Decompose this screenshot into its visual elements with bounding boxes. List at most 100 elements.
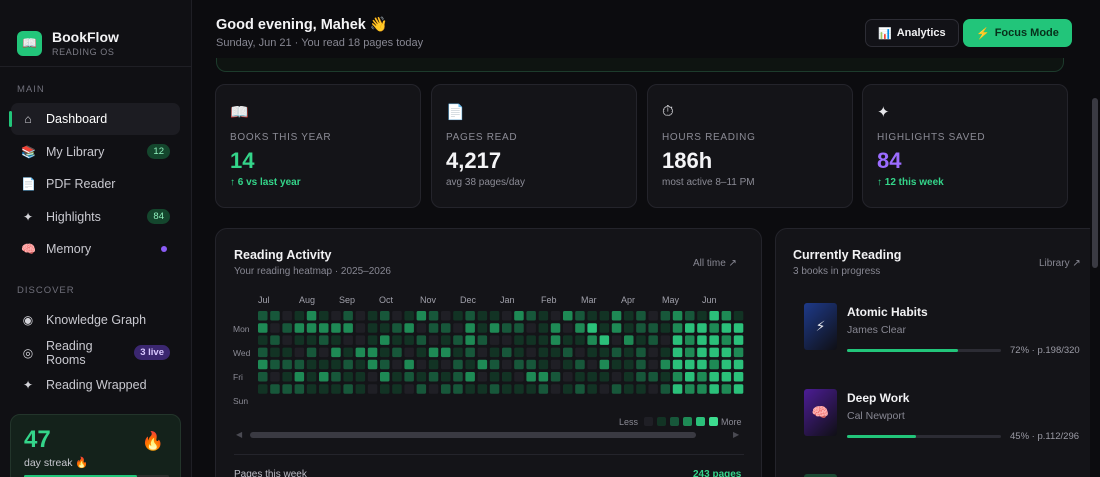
heatmap-cell[interactable] [477, 384, 488, 394]
heatmap-cell[interactable] [270, 323, 280, 333]
heatmap-cell[interactable] [404, 347, 414, 358]
heatmap-cell[interactable] [721, 311, 732, 321]
heatmap-cell[interactable] [428, 323, 439, 333]
heatmap-cell[interactable] [563, 372, 573, 382]
heatmap-cell[interactable] [367, 335, 378, 345]
heatmap-cell[interactable] [599, 372, 610, 382]
heatmap-cell[interactable] [526, 323, 536, 333]
heatmap-cell[interactable] [624, 323, 634, 333]
heatmap-cell[interactable] [367, 347, 378, 358]
heatmap-cell[interactable] [258, 323, 268, 333]
heatmap-cell[interactable] [270, 372, 280, 382]
heatmap-cell[interactable] [550, 372, 561, 382]
heatmap-cell[interactable] [624, 359, 634, 370]
heatmap-cell[interactable] [331, 359, 341, 370]
heatmap-cell[interactable] [721, 372, 732, 382]
heatmap-cell[interactable] [672, 347, 683, 358]
heatmap-cell[interactable] [477, 335, 488, 345]
heatmap-cell[interactable] [550, 323, 561, 333]
heatmap-cell[interactable] [599, 323, 610, 333]
heatmap-cell[interactable] [721, 384, 732, 394]
heatmap-cell[interactable] [526, 335, 536, 345]
heatmap-cell[interactable] [514, 384, 524, 394]
heatmap-cell[interactable] [672, 384, 683, 394]
heatmap-cell[interactable] [343, 335, 353, 345]
heatmap-cell[interactable] [599, 347, 610, 358]
scroll-thumb[interactable] [1092, 98, 1098, 268]
heatmap-cell[interactable] [428, 347, 439, 358]
heatmap-cell[interactable] [465, 311, 475, 321]
heatmap-cell[interactable] [404, 372, 414, 382]
heatmap-cell[interactable] [685, 372, 695, 382]
heatmap-cell[interactable] [502, 335, 512, 345]
heatmap-cell[interactable] [294, 347, 305, 358]
heatmap-cell[interactable] [319, 372, 329, 382]
heatmap-cell[interactable] [282, 347, 292, 358]
stat-card-books[interactable]: 📖 BOOKS THIS YEAR 14 ↑ 6 vs last year [215, 84, 421, 208]
heatmap-cell[interactable] [697, 372, 707, 382]
stat-card-highlights[interactable]: ✦ HIGHLIGHTS SAVED 84 ↑ 12 this week [862, 84, 1068, 208]
heatmap-cell[interactable] [624, 384, 634, 394]
heatmap-cell[interactable] [526, 359, 536, 370]
heatmap-cell[interactable] [270, 384, 280, 394]
heatmap-cell[interactable] [660, 384, 671, 394]
heatmap-cell[interactable] [331, 347, 341, 358]
heatmap-cell[interactable] [697, 311, 707, 321]
heatmap-cell[interactable] [697, 323, 707, 333]
heatmap-cell[interactable] [319, 347, 329, 358]
heatmap-cell[interactable] [404, 323, 414, 333]
heatmap-cell[interactable] [477, 359, 488, 370]
heatmap-cell[interactable] [294, 311, 305, 321]
heatmap-cell[interactable] [514, 335, 524, 345]
heatmap-cell[interactable] [294, 372, 305, 382]
heatmap-cell[interactable] [697, 347, 707, 358]
heatmap-cell[interactable] [514, 311, 524, 321]
heatmap-cell[interactable] [563, 311, 573, 321]
heatmap-cell[interactable] [355, 359, 366, 370]
heatmap-cell[interactable] [465, 359, 475, 370]
heatmap-cell[interactable] [587, 347, 597, 358]
heatmap-cell[interactable] [636, 335, 646, 345]
heatmap-cell[interactable] [660, 323, 671, 333]
heatmap-cell[interactable] [465, 384, 475, 394]
heatmap-cell[interactable] [258, 372, 268, 382]
heatmap-cell[interactable] [599, 311, 610, 321]
heatmap-cell[interactable] [672, 335, 683, 345]
heatmap-cell[interactable] [660, 311, 671, 321]
heatmap-cell[interactable] [733, 335, 744, 345]
heatmap-cell[interactable] [733, 323, 744, 333]
heatmap-cell[interactable] [355, 372, 366, 382]
heatmap-cell[interactable] [550, 335, 561, 345]
heatmap-cell[interactable] [733, 359, 744, 370]
heatmap-cell[interactable] [733, 384, 744, 394]
heatmap-cell[interactable] [563, 323, 573, 333]
heatmap-cell[interactable] [416, 335, 427, 345]
heatmap-cell[interactable] [685, 311, 695, 321]
heatmap-cell[interactable] [294, 359, 305, 370]
heatmap-cell[interactable] [258, 311, 268, 321]
heatmap-cell[interactable] [392, 359, 402, 370]
heatmap-cell[interactable] [599, 335, 610, 345]
heatmap-cell[interactable] [709, 384, 719, 394]
heatmap-cell[interactable] [514, 347, 524, 358]
heatmap-cell[interactable] [258, 335, 268, 345]
heatmap-cell[interactable] [489, 384, 500, 394]
heatmap-cell[interactable] [428, 311, 439, 321]
heatmap-cell[interactable] [282, 311, 292, 321]
heatmap-cell[interactable] [587, 323, 597, 333]
heatmap-cell[interactable] [697, 335, 707, 345]
heatmap-cell[interactable] [697, 384, 707, 394]
heatmap-cell[interactable] [441, 335, 451, 345]
heatmap-cell[interactable] [392, 347, 402, 358]
heatmap-cell[interactable] [587, 335, 597, 345]
heatmap-cell[interactable] [306, 311, 317, 321]
heatmap-cell[interactable] [611, 323, 622, 333]
heatmap-cell[interactable] [343, 311, 353, 321]
scroll-right-icon[interactable]: ▶ [733, 430, 739, 439]
heatmap-cell[interactable] [538, 335, 549, 345]
heatmap-cell[interactable] [636, 323, 646, 333]
heatmap-cell[interactable] [477, 372, 488, 382]
heatmap-cell[interactable] [319, 335, 329, 345]
heatmap-cell[interactable] [392, 372, 402, 382]
heatmap-cell[interactable] [453, 359, 463, 370]
